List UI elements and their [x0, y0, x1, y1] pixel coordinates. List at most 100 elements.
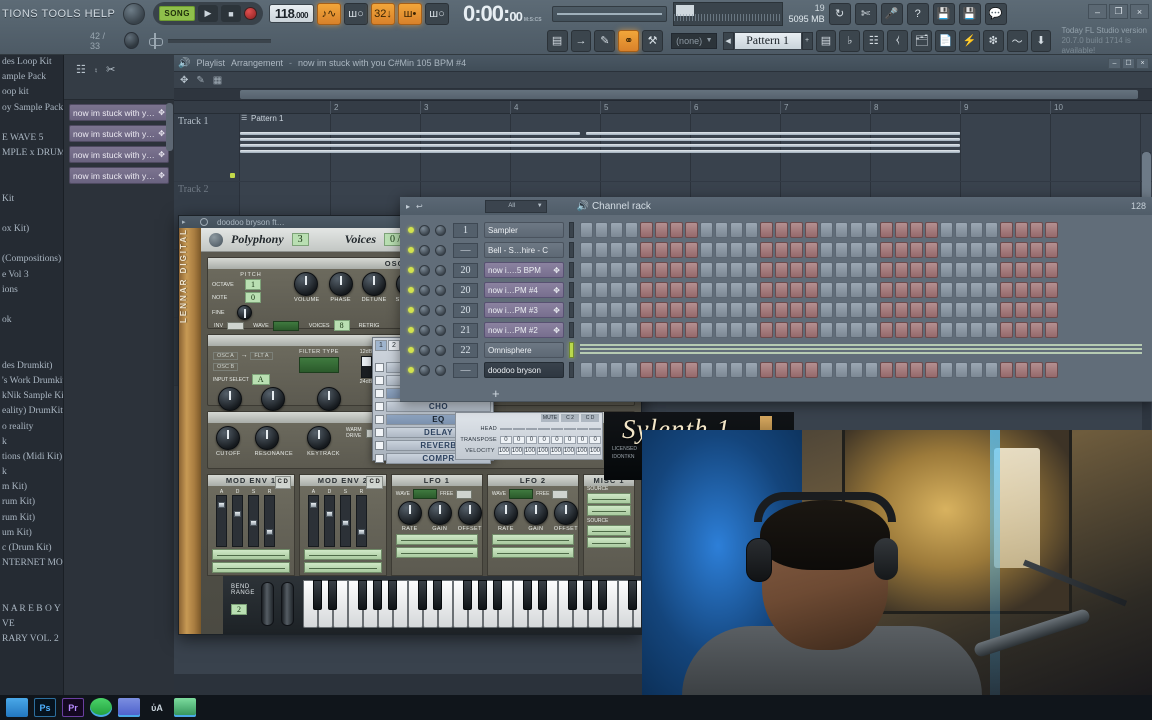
step-button[interactable] — [1015, 322, 1028, 338]
effect-enable-checkbox[interactable] — [375, 414, 384, 424]
step-button[interactable] — [895, 322, 908, 338]
browser-item[interactable]: rum Kit) — [0, 511, 63, 526]
lfo-1-lcd-2[interactable] — [395, 547, 478, 558]
filter-control-knob[interactable] — [216, 426, 240, 450]
step-button[interactable] — [895, 222, 908, 238]
channel-row[interactable]: 20 now i…PM #3 ✥ — [400, 300, 1152, 320]
step-button[interactable] — [1030, 302, 1043, 318]
browser-item[interactable]: (Compositions) — [0, 252, 63, 267]
step-button[interactable] — [1045, 302, 1058, 318]
piano-black-key[interactable] — [463, 580, 472, 610]
oscillator-knob[interactable] — [294, 272, 318, 296]
browser-item[interactable]: 's Work Drumkit — [0, 374, 63, 389]
picker-item-move-icon[interactable]: ✥ — [158, 150, 165, 159]
fine-knob[interactable] — [237, 305, 252, 320]
lfo-free-switch[interactable] — [552, 489, 569, 499]
step-button[interactable] — [820, 222, 833, 238]
step-button[interactable] — [880, 302, 893, 318]
pattern-next-button[interactable]: + — [801, 31, 813, 50]
step-button[interactable] — [1015, 282, 1028, 298]
browser-item[interactable]: oy Sample Pack — [0, 101, 63, 116]
channel-volume-knob[interactable] — [435, 364, 446, 376]
channel-volume-knob[interactable] — [435, 244, 446, 256]
step-button[interactable] — [820, 302, 833, 318]
lfo-2-lcd-1[interactable] — [491, 534, 574, 545]
step-button[interactable] — [610, 282, 623, 298]
step-button[interactable] — [730, 222, 743, 238]
step-button[interactable] — [925, 222, 938, 238]
midi-grid-button[interactable]: MUTE — [541, 414, 559, 422]
track-led[interactable] — [230, 173, 235, 178]
step-button[interactable] — [760, 242, 773, 258]
step-sequencer-row[interactable] — [580, 302, 1058, 318]
channel-led[interactable] — [408, 287, 414, 293]
step-sequencer-row[interactable] — [580, 282, 1058, 298]
step-button[interactable] — [610, 322, 623, 338]
effect-enable-checkbox[interactable] — [375, 362, 384, 372]
step-button[interactable] — [1000, 222, 1013, 238]
adsr-slider[interactable] — [355, 495, 367, 547]
filter-control-knob[interactable] — [254, 426, 279, 450]
step-button[interactable] — [625, 262, 638, 278]
playlist-brush-icon[interactable]: ✎ — [196, 75, 204, 86]
step-button[interactable] — [865, 302, 878, 318]
channel-fx-number[interactable]: 1 — [453, 222, 478, 238]
pattern-name[interactable]: Pattern 1 — [733, 31, 802, 50]
effect-enable-checkbox[interactable] — [375, 440, 384, 450]
step-button[interactable] — [775, 262, 788, 278]
piano-black-key[interactable] — [538, 580, 547, 610]
adsr-slider[interactable] — [339, 495, 351, 547]
step-button[interactable] — [1045, 242, 1058, 258]
master-pitch-slider[interactable] — [167, 38, 271, 43]
step-button[interactable] — [820, 242, 833, 258]
step-button[interactable] — [880, 362, 893, 378]
sylenth-gear-icon[interactable] — [200, 218, 208, 226]
step-button[interactable] — [715, 242, 728, 258]
channel-row[interactable]: — Bell - S…hire - C — [400, 240, 1152, 260]
step-button[interactable] — [595, 322, 608, 338]
filter-knob[interactable] — [260, 387, 285, 411]
step-button[interactable] — [640, 222, 653, 238]
input-select-value[interactable]: A — [251, 374, 270, 385]
step-button[interactable] — [895, 262, 908, 278]
step-button[interactable] — [595, 282, 608, 298]
channel-rack-undo-icon[interactable]: ↩ — [416, 202, 423, 211]
channel-rack-titlebar[interactable]: ▸ ↩ All ▼ 🔊 Channel rack 128 — [400, 197, 1152, 215]
step-button[interactable] — [820, 322, 833, 338]
step-button[interactable] — [745, 282, 758, 298]
channel-volume-knob[interactable] — [435, 284, 446, 296]
step-button[interactable] — [670, 222, 683, 238]
step-button[interactable] — [730, 362, 743, 378]
step-button[interactable] — [775, 282, 788, 298]
polyphony-value[interactable]: 3 — [291, 233, 309, 246]
step-button[interactable] — [610, 362, 623, 378]
step-button[interactable] — [1030, 282, 1043, 298]
channel-fx-number[interactable]: — — [453, 242, 478, 258]
loop-record-icon[interactable]: ↻ — [828, 2, 851, 25]
effect-enable-checkbox[interactable] — [375, 388, 384, 398]
channel-name-button[interactable]: doodoo bryson — [484, 362, 564, 378]
lfo-knob[interactable] — [427, 501, 452, 525]
picker-item-move-icon[interactable]: ✥ — [158, 129, 165, 138]
browser-item[interactable]: MPLE x DRUMKIT — [0, 146, 63, 161]
step-button[interactable] — [580, 362, 593, 378]
midi-grid-cell[interactable]: 100 — [562, 446, 575, 455]
channel-pan-knob[interactable] — [419, 364, 430, 376]
step-button[interactable] — [745, 262, 758, 278]
step-button[interactable] — [580, 222, 593, 238]
step-button[interactable] — [760, 262, 773, 278]
mod-env-2-ab[interactable]: C D — [366, 476, 383, 489]
channel-volume-knob[interactable] — [435, 324, 446, 336]
picker-slice-icon[interactable]: ✂ — [106, 63, 115, 76]
menu-bar[interactable]: TIONS TOOLS HELP — [0, 8, 115, 20]
browser-item[interactable]: ox Kit) — [0, 222, 63, 237]
step-sequencer-row[interactable] — [580, 262, 1058, 278]
download-icon[interactable]: ⬇ — [1030, 29, 1052, 52]
piano-black-key[interactable] — [598, 580, 607, 610]
step-button[interactable] — [625, 362, 638, 378]
channel-pan-knob[interactable] — [419, 264, 430, 276]
piano-black-key[interactable] — [568, 580, 577, 610]
step-button[interactable] — [685, 282, 698, 298]
lfo-knob[interactable] — [493, 501, 518, 525]
step-button[interactable] — [805, 282, 818, 298]
